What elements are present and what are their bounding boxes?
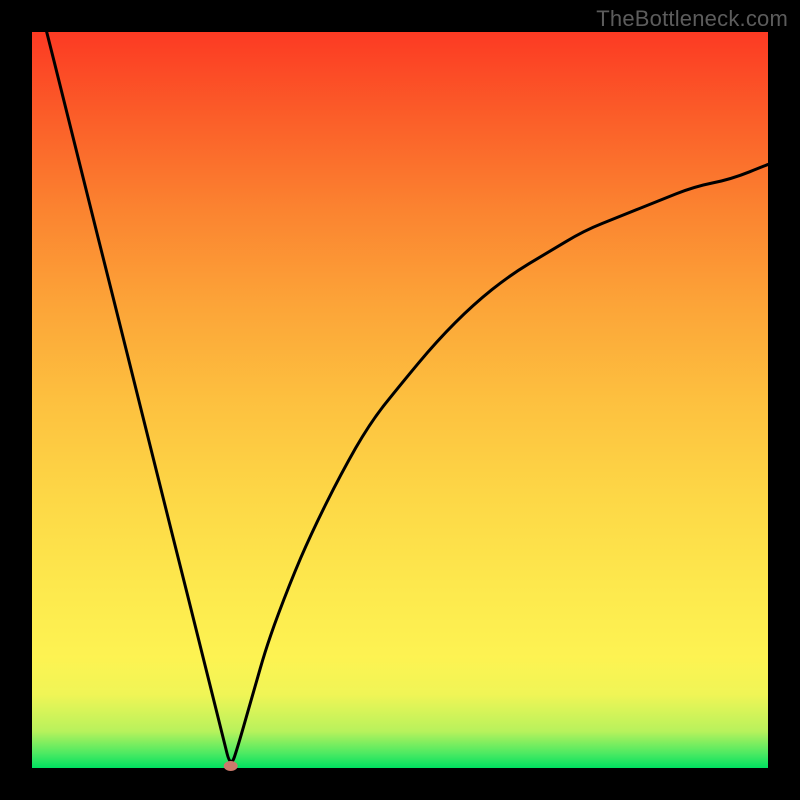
- watermark-label: TheBottleneck.com: [596, 6, 788, 32]
- bottleneck-curve: [47, 32, 768, 762]
- minimum-marker: [224, 761, 238, 771]
- plot-area: [32, 32, 768, 768]
- bottleneck-chart: [32, 32, 768, 768]
- chart-frame: TheBottleneck.com: [0, 0, 800, 800]
